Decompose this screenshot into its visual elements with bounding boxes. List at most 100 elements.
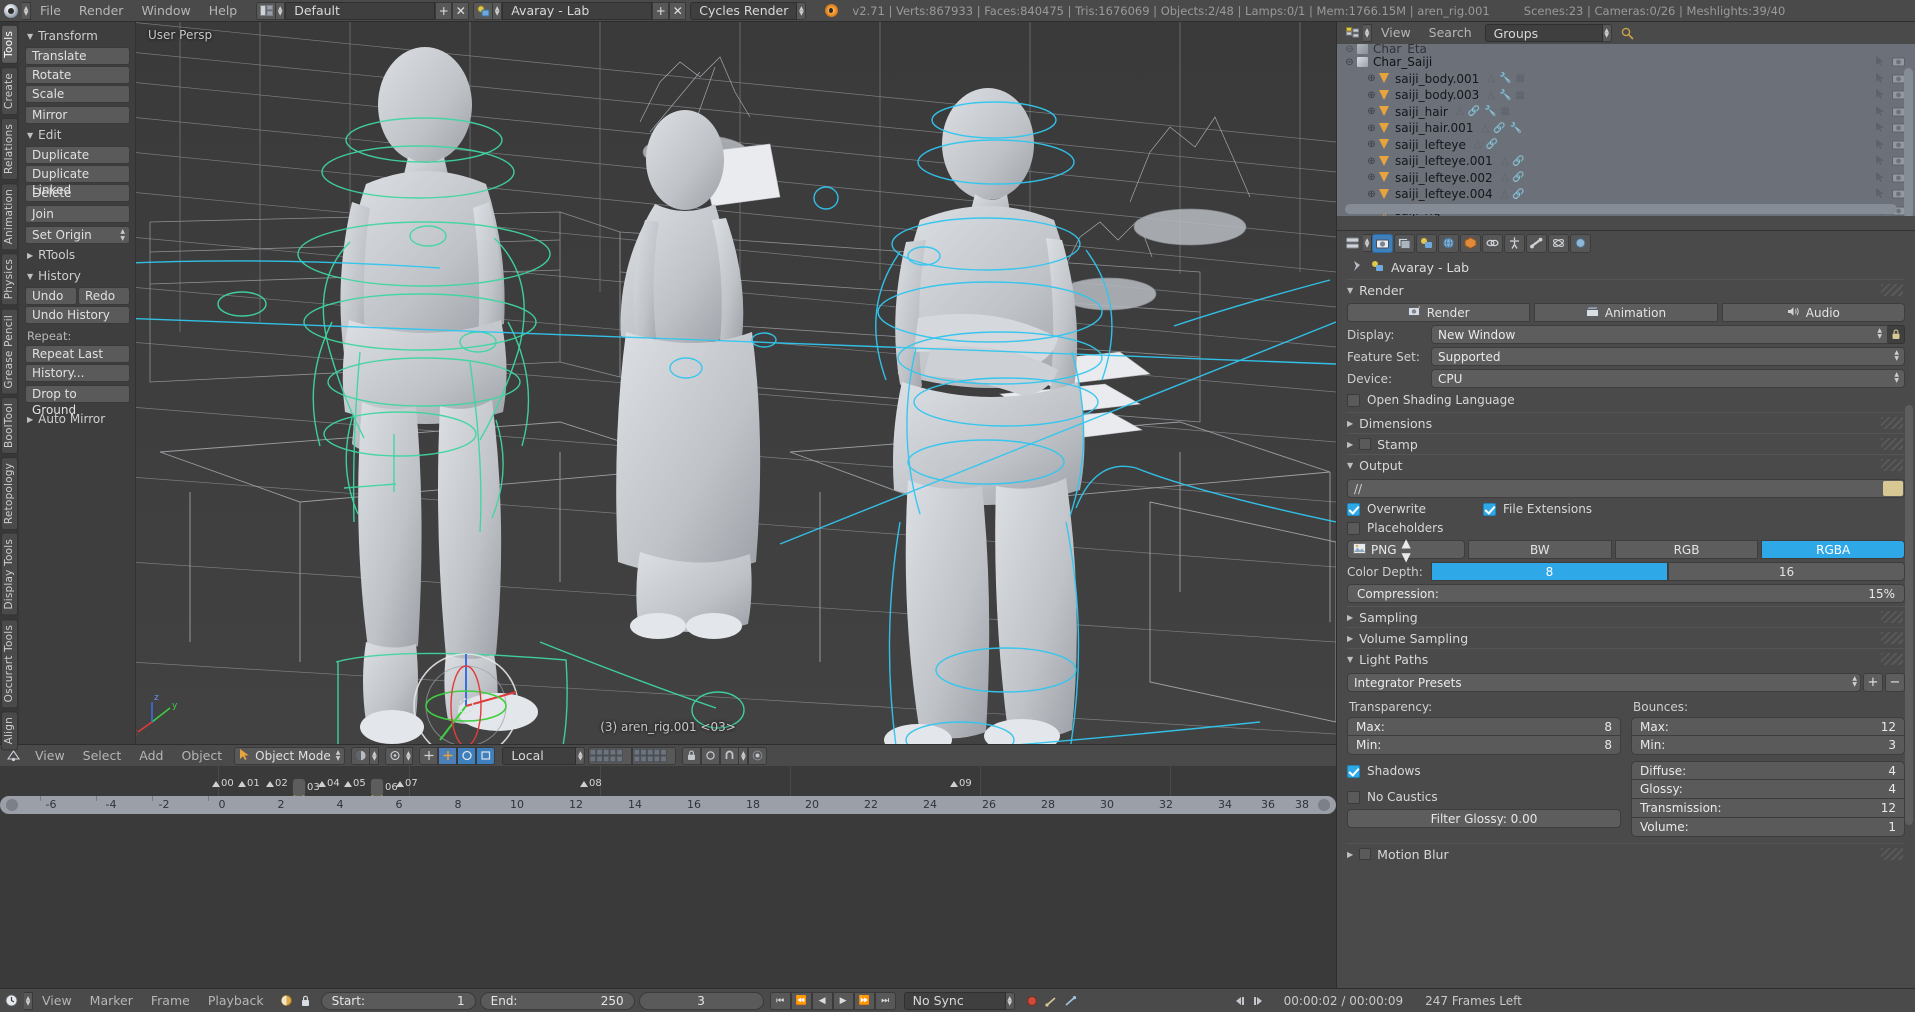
scene-spinner[interactable]: ▲▼ [493,2,502,20]
expand-icon[interactable]: ⊕ [1365,73,1378,84]
panel-header-auto-mirror[interactable]: ▶ Auto Mirror [25,409,130,430]
modifier-icon[interactable]: ▦ [1515,73,1524,84]
properties-scrollbar[interactable] [1905,405,1913,825]
magnifier-icon[interactable] [1618,24,1637,42]
file-extensions-checkbox[interactable] [1483,503,1496,516]
outliner-filter-selector[interactable]: Groups ▲▼ [1485,24,1612,42]
play-button[interactable]: ▶ [833,992,854,1010]
section-header-output[interactable]: ▼ Output [1347,454,1905,475]
screen-layout-spinner[interactable]: ▲▼ [276,2,285,20]
properties-editor-icon[interactable] [1341,234,1363,252]
lock-icon[interactable] [296,992,315,1010]
layers-widget[interactable] [588,747,676,765]
transform-orientation-selector[interactable]: Local ▲▼ [502,747,585,765]
audio-button[interactable]: Audio [1722,303,1905,322]
dopesheet-channel-area[interactable] [0,814,1336,988]
mesh-data-icon[interactable]: △ [1501,172,1509,183]
mesh-data-icon[interactable]: △ [1456,106,1464,117]
outliner-filter-value[interactable]: Groups [1485,24,1603,42]
placeholders-checkbox[interactable] [1347,522,1360,535]
marker-00[interactable]: 00 [212,778,234,789]
timeline-scroll-ruler[interactable]: -6 -4 -2 0 2 4 6 8 10 12 14 16 18 20 22 … [0,796,1336,814]
tab-retopology[interactable]: Retopology [1,457,18,530]
layers-row-bottom-icon[interactable] [632,747,676,765]
pivot-icon[interactable] [385,747,404,765]
stamp-checkbox[interactable] [1359,438,1371,450]
viewport-menu-add[interactable]: Add [130,745,172,767]
blender-logo-icon[interactable] [0,2,22,20]
mesh-data-icon[interactable]: △ [1474,139,1482,150]
viewport-menu-view[interactable]: View [26,745,74,767]
section-header-volume-sampling[interactable]: ▶ Volume Sampling [1347,627,1905,648]
glossy-field[interactable]: Glossy: 4 [1631,780,1905,799]
no-caustics-row[interactable]: No Caustics [1347,790,1621,804]
select-arrow-icon[interactable] [1875,56,1888,68]
tab-oscurart-tools[interactable]: Oscurart Tools [1,619,18,708]
render-preview-icon[interactable] [701,747,720,765]
add-scene-button[interactable]: + [652,2,669,20]
outliner-row-saiji-lefteye-001[interactable]: ⊕ saiji_lefteye.001 △ 🔗 [1337,153,1915,170]
ruler-handle-left[interactable] [6,799,18,811]
timeline-menu-playback[interactable]: Playback [199,990,273,1012]
expand-icon[interactable]: ⊖ [1343,44,1356,54]
tab-tools[interactable]: Tools [1,25,18,64]
device-select[interactable]: CPU ▲▼ [1431,369,1905,388]
menu-render[interactable]: Render [70,0,133,22]
expand-icon[interactable]: ⊕ [1365,139,1378,150]
end-frame-field[interactable]: End: 250 [480,992,635,1010]
dopesheet-editor[interactable]: 00 01 02 03 04 05 06 07 08 09 -6 -4 -2 0… [0,766,1336,814]
scene-selector[interactable]: ▲▼ Avaray - Lab + ✕ [473,2,686,20]
select-arrow-icon[interactable] [1875,122,1888,134]
add-screen-layout-button[interactable]: + [435,2,452,20]
properties-tab-render-layers[interactable] [1394,234,1415,253]
motion-blur-checkbox[interactable] [1359,848,1371,860]
outliner-row-saiji-lefteye-002[interactable]: ⊕ saiji_lefteye.002 △ 🔗 [1337,170,1915,187]
marker-07[interactable]: 07 [396,778,418,789]
color-mode-rgb[interactable]: RGB [1615,540,1759,559]
viewport-menu-select[interactable]: Select [74,745,131,767]
render-engine-selector[interactable]: Cycles Render ▲▼ [690,2,806,20]
record-dot-icon[interactable] [1023,992,1042,1010]
timeline-menu-view[interactable]: View [33,990,81,1012]
outliner-horizontal-scrollbar[interactable] [1345,204,1897,214]
outliner-menu-search[interactable]: Search [1420,22,1481,44]
manipulator-toggle-icon[interactable] [419,747,438,765]
volume-field[interactable]: Volume: 1 [1631,818,1905,837]
interaction-mode-selector[interactable]: Object Mode ▲▼ [234,747,345,765]
ruler-handle-right[interactable] [1318,799,1330,811]
manipulator-scale-icon[interactable] [476,747,495,765]
properties-editor[interactable]: ▲▼ Avaray - Lab ▼ Render [1336,230,1915,988]
sync-mode-value[interactable]: No Sync [904,992,1006,1010]
expand-icon[interactable]: ⊕ [1365,106,1378,117]
panel-header-edit[interactable]: ▼ Edit [25,125,130,146]
render-button[interactable]: Render [1347,303,1530,322]
color-mode-bw[interactable]: BW [1468,540,1612,559]
properties-tab-armature[interactable] [1504,234,1525,253]
undo-button[interactable]: Undo [25,287,77,305]
wrench-icon[interactable]: 🔧 [1499,73,1511,84]
set-origin-button[interactable]: Set Origin ▲▼ [25,226,130,244]
viewport-shading-spinner[interactable]: ▲▼ [370,747,379,765]
start-frame-field[interactable]: Start: 1 [321,992,476,1010]
integrator-presets-select[interactable]: Integrator Presets ▲▼ [1347,673,1861,692]
outliner-icon[interactable] [1341,24,1363,42]
outliner-row-saiji-body-001[interactable]: ⊕ saiji_body.001 △ 🔧 ▦ [1337,71,1915,88]
menu-help[interactable]: Help [200,0,247,22]
snap-mode-spinner[interactable]: ▲▼ [739,747,748,765]
color-mode-rgba[interactable]: RGBA [1761,540,1905,559]
animation-button[interactable]: Animation [1534,303,1717,322]
link-icon[interactable]: 🔗 [1493,123,1505,134]
properties-tab-physics[interactable] [1548,234,1569,253]
no-caustics-checkbox[interactable] [1347,791,1360,804]
select-arrow-icon[interactable] [1875,73,1888,85]
modifier-icon[interactable]: ▦ [1515,90,1524,101]
placeholders-row[interactable]: Placeholders [1347,521,1905,535]
delete-button[interactable]: Delete [25,184,130,202]
translate-button[interactable]: Translate [25,47,130,65]
expand-icon[interactable]: ⊕ [1365,90,1378,101]
outliner-row-saiji-hair[interactable]: ⊕ saiji_hair △ 🔗 🔧 ▦ [1337,104,1915,121]
expand-icon[interactable]: ⊕ [1365,123,1378,134]
mesh-data-icon[interactable]: △ [1481,123,1489,134]
outliner-editor[interactable]: ▲▼ View Search Groups ▲▼ ⊖ Char_Eta ⊖ Ch… [1336,22,1915,230]
auto-keyframe-icon[interactable] [277,992,296,1010]
